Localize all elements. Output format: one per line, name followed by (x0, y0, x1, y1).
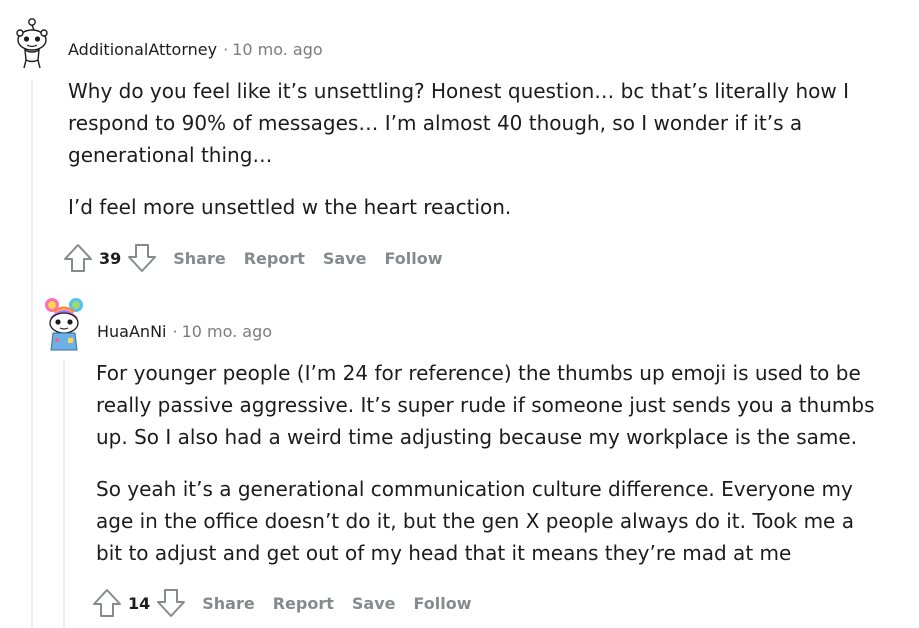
upvote-button[interactable] (63, 241, 93, 275)
report-button[interactable]: Report (273, 594, 334, 613)
downvote-button[interactable] (127, 241, 157, 275)
timestamp[interactable]: 10 mo. ago (232, 40, 322, 59)
comment-meta: AdditionalAttorney · 10 mo. ago (68, 40, 323, 60)
avatar[interactable] (42, 296, 86, 351)
follow-button[interactable]: Follow (384, 249, 442, 268)
comment-paragraph: For younger people (I’m 24 for reference… (96, 361, 875, 449)
comment-actions: 14 Share Report Save Follow (92, 585, 472, 621)
comment-actions: 39 Share Report Save Follow (63, 240, 443, 276)
author-name[interactable]: HuaAnNi (97, 322, 166, 341)
meta-separator: · (172, 322, 178, 341)
author-name[interactable]: AdditionalAttorney (68, 40, 217, 59)
upvote-button[interactable] (92, 586, 122, 620)
comment-body: Why do you feel like it’s unsettling? Ho… (68, 75, 868, 243)
upvote-arrow-icon (64, 244, 92, 272)
report-button[interactable]: Report (244, 249, 305, 268)
meta-separator: · (223, 40, 229, 59)
comment-paragraph: I’d feel more unsettled w the heart reac… (68, 195, 512, 219)
comment-meta: HuaAnNi · 10 mo. ago (97, 322, 272, 342)
vote-score: 39 (99, 248, 122, 268)
upvote-arrow-icon (93, 589, 121, 617)
vote-score: 14 (128, 593, 151, 613)
thread-line-2[interactable] (63, 360, 65, 628)
comment-paragraph: Why do you feel like it’s unsettling? Ho… (68, 79, 850, 167)
save-button[interactable]: Save (323, 249, 367, 268)
downvote-button[interactable] (156, 586, 186, 620)
share-button[interactable]: Share (202, 594, 254, 613)
timestamp[interactable]: 10 mo. ago (182, 322, 272, 341)
save-button[interactable]: Save (352, 594, 396, 613)
downvote-arrow-icon (128, 244, 157, 272)
share-button[interactable]: Share (173, 249, 225, 268)
follow-button[interactable]: Follow (413, 594, 471, 613)
comment-paragraph: So yeah it’s a generational communicatio… (96, 477, 854, 565)
downvote-arrow-icon (157, 589, 186, 617)
comment-body: For younger people (I’m 24 for reference… (96, 357, 886, 589)
thread-line-1[interactable] (31, 80, 33, 628)
avatar[interactable] (12, 14, 52, 69)
